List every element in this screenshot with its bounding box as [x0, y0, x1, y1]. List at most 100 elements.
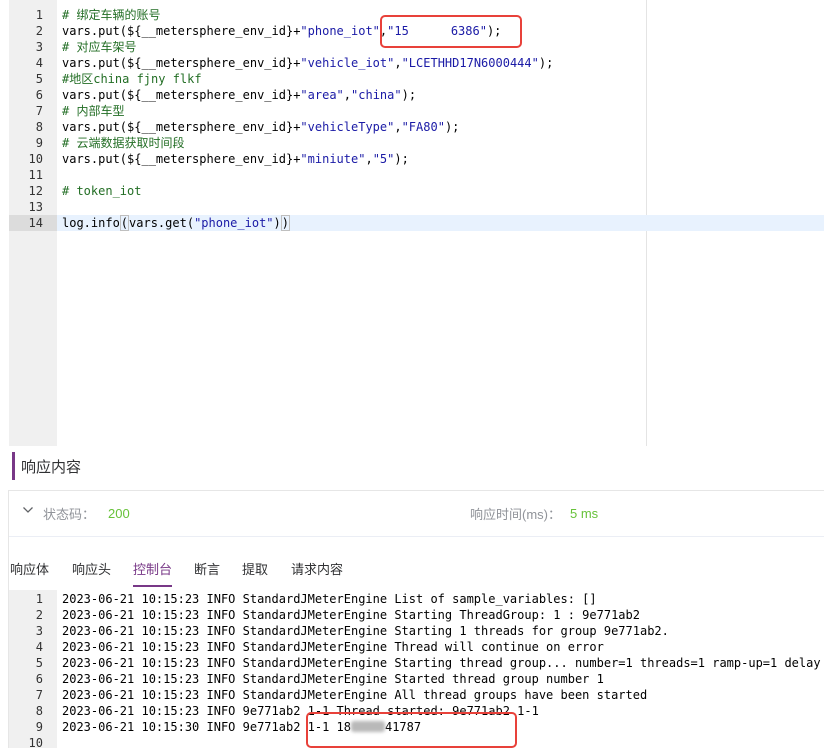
- code-token: vars.put(${__metersphere_env_id}+: [62, 120, 301, 134]
- highlight-box-phone-value: [380, 15, 522, 48]
- code-line[interactable]: 10 vars.put(${__metersphere_env_id}+"mini…: [9, 151, 824, 167]
- line-number: 5: [35, 72, 43, 86]
- log-line[interactable]: 5 2023-06-21 10:15:23 INFO StandardJMeter…: [9, 655, 824, 671]
- tab-request-content[interactable]: 请求内容: [291, 561, 343, 589]
- code-string: "phone_iot": [194, 216, 274, 230]
- line-number: 3: [35, 624, 43, 638]
- code-token: log.info: [62, 216, 120, 230]
- log-text: 2023-06-21 10:15:23 INFO StandardJMeterE…: [62, 608, 640, 622]
- line-number: 8: [35, 704, 43, 718]
- code-string: "vehicleType": [300, 120, 395, 134]
- line-number: 7: [35, 104, 43, 118]
- code-text: log.info(vars.get("phone_iot")): [62, 215, 291, 231]
- code-text: # token_iot: [62, 183, 141, 199]
- line-number: 1: [35, 592, 43, 606]
- code-line[interactable]: 11: [9, 167, 824, 183]
- code-token: vars.get(: [129, 216, 195, 230]
- matched-bracket: (: [119, 215, 130, 231]
- log-text: 2023-06-21 10:15:23 INFO StandardJMeterE…: [62, 592, 597, 606]
- code-string: "FA80": [401, 120, 445, 134]
- line-number: 13: [28, 200, 43, 214]
- log-line[interactable]: 2 2023-06-21 10:15:23 INFO StandardJMeter…: [9, 607, 824, 623]
- code-text: # 绑定车辆的账号: [62, 7, 160, 23]
- code-comment: # token_iot: [62, 184, 142, 198]
- code-token: ): [273, 216, 281, 230]
- line-number: 1: [35, 8, 43, 22]
- tab-response-headers[interactable]: 响应头: [72, 561, 111, 589]
- code-text: vars.put(${__metersphere_env_id}+"miniut…: [62, 151, 409, 167]
- response-time-value: 5 ms: [570, 506, 599, 521]
- line-number: 9: [35, 136, 43, 150]
- code-line[interactable]: 14 log.info(vars.get("phone_iot")): [9, 215, 824, 231]
- log-line[interactable]: 3 2023-06-21 10:15:23 INFO StandardJMeter…: [9, 623, 824, 639]
- code-line[interactable]: 12 # token_iot: [9, 183, 824, 199]
- status-code-value: 200: [108, 506, 130, 521]
- matched-bracket: ): [280, 215, 291, 231]
- code-text: vars.put(${__metersphere_env_id}+"vehicl…: [62, 119, 459, 135]
- line-number: 5: [35, 656, 43, 670]
- section-accent-bar: [12, 452, 15, 480]
- line-number: 4: [35, 640, 43, 654]
- line-number: 4: [35, 56, 43, 70]
- code-comment: # 云端数据获取时间段: [62, 136, 185, 150]
- code-token: ,: [394, 120, 402, 134]
- log-text: 2023-06-21 10:15:23 INFO StandardJMeterE…: [62, 640, 604, 654]
- code-line[interactable]: 6 vars.put(${__metersphere_env_id}+"area"…: [9, 87, 824, 103]
- code-string: "phone_iot": [300, 24, 380, 38]
- line-number: 2: [35, 24, 43, 38]
- log-line[interactable]: 4 2023-06-21 10:15:23 INFO StandardJMeter…: [9, 639, 824, 655]
- code-token: vars.put(${__metersphere_env_id}+: [62, 88, 301, 102]
- tab-response-body[interactable]: 响应体: [10, 561, 49, 589]
- code-line[interactable]: 7 # 内部车型: [9, 103, 824, 119]
- code-token: );: [394, 152, 409, 166]
- line-number: 10: [28, 152, 43, 166]
- code-line[interactable]: 13: [9, 199, 824, 215]
- line-number: 6: [35, 88, 43, 102]
- chevron-down-icon[interactable]: [21, 503, 35, 517]
- line-number: 14: [9, 215, 57, 231]
- highlight-box-log-output: [306, 712, 517, 748]
- code-line[interactable]: 5 #地区china fjny flkf: [9, 71, 824, 87]
- code-comment: # 内部车型: [62, 104, 125, 118]
- response-section-title: 响应内容: [21, 459, 82, 476]
- code-token: );: [401, 88, 417, 102]
- code-text: # 云端数据获取时间段: [62, 135, 184, 151]
- code-string: "area": [300, 88, 344, 102]
- code-text: #地区china fjny flkf: [62, 71, 202, 87]
- line-number: 6: [35, 672, 43, 686]
- line-number: 7: [35, 688, 43, 702]
- code-text: vars.put(${__metersphere_env_id}+"vehicl…: [62, 55, 553, 71]
- response-time-label: 响应时间(ms)：: [470, 507, 561, 522]
- code-token: );: [538, 56, 554, 70]
- tab-extract[interactable]: 提取: [242, 561, 268, 589]
- line-number: 12: [28, 184, 43, 198]
- log-line[interactable]: 1 2023-06-21 10:15:23 INFO StandardJMeter…: [9, 591, 824, 607]
- code-token: ,: [394, 56, 402, 70]
- code-string: "LCETHHD17N6000444": [401, 56, 539, 70]
- line-number: 8: [35, 120, 43, 134]
- log-text: 2023-06-21 10:15:23 INFO StandardJMeterE…: [62, 656, 821, 670]
- log-text: 2023-06-21 10:15:23 INFO StandardJMeterE…: [62, 688, 648, 702]
- code-line[interactable]: 4 vars.put(${__metersphere_env_id}+"vehic…: [9, 55, 824, 71]
- log-text: 2023-06-21 10:15:23 INFO StandardJMeterE…: [62, 672, 604, 686]
- script-editor[interactable]: 1 # 绑定车辆的账号 2 vars.put(${__metersphere_env_…: [9, 0, 824, 446]
- code-token: ,: [343, 88, 352, 102]
- code-token: vars.put(${__metersphere_env_id}+: [62, 152, 301, 166]
- code-comment: # 对应车架号: [62, 40, 137, 54]
- tab-assertions[interactable]: 断言: [194, 561, 220, 589]
- code-string: "china": [351, 88, 402, 102]
- code-text: # 对应车架号: [62, 39, 136, 55]
- line-number: 10: [28, 736, 43, 748]
- log-line[interactable]: 7 2023-06-21 10:15:23 INFO StandardJMeter…: [9, 687, 824, 703]
- code-line[interactable]: 9 # 云端数据获取时间段: [9, 135, 824, 151]
- tab-console[interactable]: 控制台: [133, 561, 173, 589]
- log-text: 2023-06-21 10:15:23 INFO StandardJMeterE…: [62, 624, 669, 638]
- code-token: vars.put(${__metersphere_env_id}+: [62, 24, 301, 38]
- line-number: 11: [28, 168, 43, 182]
- code-text: vars.put(${__metersphere_env_id}+"area",…: [62, 87, 416, 103]
- code-line[interactable]: 8 vars.put(${__metersphere_env_id}+"vehic…: [9, 119, 824, 135]
- log-line[interactable]: 6 2023-06-21 10:15:23 INFO StandardJMeter…: [9, 671, 824, 687]
- code-token: );: [444, 120, 460, 134]
- code-string: "miniute": [300, 152, 366, 166]
- response-status-row[interactable]: 状态码： 200 响应时间(ms)： 5 ms: [9, 491, 824, 537]
